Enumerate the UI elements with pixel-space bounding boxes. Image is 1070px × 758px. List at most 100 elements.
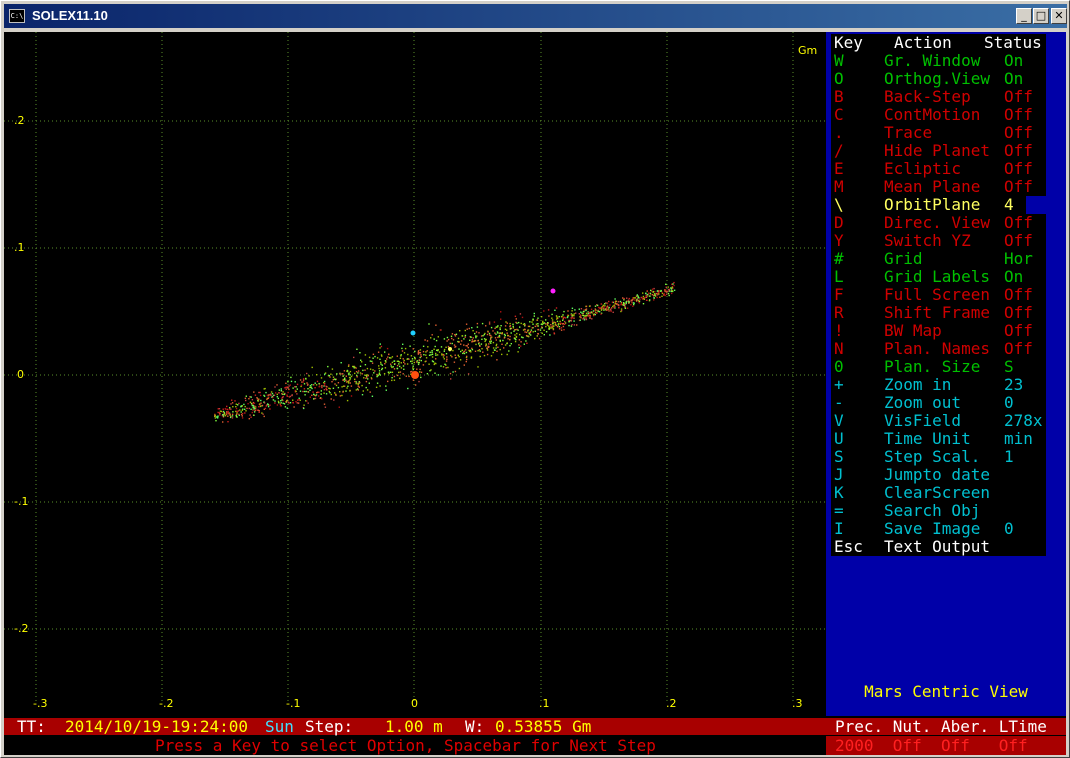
particle bbox=[303, 390, 306, 393]
menu-item[interactable]: E Ecliptic Off bbox=[831, 160, 1046, 178]
particle bbox=[581, 312, 583, 314]
particle bbox=[543, 329, 545, 331]
minimize-button[interactable]: _ bbox=[1016, 8, 1032, 24]
menu-item[interactable]: + Zoom in 23 bbox=[831, 376, 1046, 394]
menu-item[interactable]: J Jumpto date bbox=[831, 466, 1046, 484]
particle bbox=[476, 322, 479, 325]
menu-item[interactable]: Y Switch YZ Off bbox=[831, 232, 1046, 250]
particle bbox=[464, 336, 466, 338]
menu-item[interactable]: N Plan. Names Off bbox=[831, 340, 1046, 358]
particle bbox=[302, 390, 304, 393]
menu-item[interactable]: M Mean Plane Off bbox=[831, 178, 1046, 196]
particle bbox=[492, 347, 495, 349]
menu-item[interactable]: 0 Plan. Size S bbox=[831, 358, 1046, 376]
particle bbox=[646, 293, 649, 296]
particle bbox=[379, 385, 381, 387]
menu-item[interactable]: V VisField 278x bbox=[831, 412, 1046, 430]
menu-item-esc[interactable]: Esc Text Output bbox=[831, 538, 1046, 556]
particle bbox=[420, 359, 422, 362]
menu-item[interactable]: L Grid Labels On bbox=[831, 268, 1046, 286]
menu-item[interactable]: / Hide Planet Off bbox=[831, 142, 1046, 160]
console-area[interactable]: Gm .2 .1 0 -.1 -.2 -.3 -.2 -.1 0 .1 .2 .… bbox=[4, 32, 1066, 755]
particle bbox=[513, 337, 516, 340]
particle bbox=[458, 341, 460, 343]
particle bbox=[346, 399, 349, 402]
menu-item[interactable]: - Zoom out 0 bbox=[831, 394, 1046, 412]
tt-label: TT: bbox=[17, 717, 46, 736]
menu-item[interactable]: # Grid Hor bbox=[831, 250, 1046, 268]
menu-item[interactable]: O Orthog.View On bbox=[831, 70, 1046, 88]
particle bbox=[265, 405, 267, 407]
particle bbox=[431, 353, 434, 355]
particle bbox=[506, 332, 508, 334]
particle bbox=[670, 288, 673, 290]
particle bbox=[357, 385, 359, 387]
particle bbox=[376, 373, 378, 376]
particle bbox=[446, 340, 448, 342]
particle bbox=[503, 347, 505, 349]
menu-item[interactable]: I Save Image 0 bbox=[831, 520, 1046, 538]
particle bbox=[467, 346, 469, 349]
orbit-plot: Gm .2 .1 0 -.1 -.2 -.3 -.2 -.1 0 .1 .2 .… bbox=[4, 32, 826, 716]
particle bbox=[497, 325, 499, 327]
particle bbox=[236, 410, 238, 413]
menu-item[interactable]: U Time Unit min bbox=[831, 430, 1046, 448]
particle bbox=[671, 292, 673, 295]
particle bbox=[292, 401, 294, 404]
particle bbox=[606, 309, 608, 311]
particle bbox=[377, 351, 380, 353]
particle bbox=[603, 309, 605, 311]
particle bbox=[551, 317, 553, 319]
particle bbox=[485, 343, 487, 345]
menu-action: Ecliptic bbox=[884, 159, 962, 178]
particle bbox=[628, 302, 630, 304]
menu-item[interactable]: = Search Obj bbox=[831, 502, 1046, 520]
particle bbox=[341, 386, 343, 388]
particle bbox=[552, 328, 555, 330]
particle bbox=[389, 371, 392, 373]
particle bbox=[325, 387, 327, 390]
close-button[interactable]: ✕ bbox=[1051, 8, 1067, 24]
particle bbox=[500, 325, 502, 327]
menu-item[interactable]: \ OrbitPlane 4 bbox=[831, 196, 1026, 214]
menu-item[interactable]: C ContMotion Off bbox=[831, 106, 1046, 124]
menu-item[interactable]: F Full Screen Off bbox=[831, 286, 1046, 304]
particle bbox=[533, 312, 535, 315]
particle bbox=[590, 311, 593, 313]
particle bbox=[652, 291, 654, 293]
menu-item[interactable]: W Gr. Window On bbox=[831, 52, 1046, 70]
particle bbox=[493, 349, 496, 351]
particle bbox=[428, 354, 431, 356]
particle bbox=[506, 353, 508, 356]
menu-status: Off bbox=[1004, 141, 1033, 160]
particle bbox=[598, 311, 601, 313]
particle bbox=[610, 309, 612, 311]
particle bbox=[355, 371, 358, 373]
menu-key: L bbox=[834, 267, 844, 286]
menu-item[interactable]: . Trace Off bbox=[831, 124, 1046, 142]
menu-item[interactable]: R Shift Frame Off bbox=[831, 304, 1046, 322]
particle bbox=[507, 338, 509, 340]
particle bbox=[300, 384, 303, 386]
particle bbox=[504, 344, 507, 346]
menu-item[interactable]: ! BW Map Off bbox=[831, 322, 1046, 340]
title-bar[interactable]: C:\ SOLEX11.10 _ □ ✕ bbox=[4, 4, 1067, 28]
particle bbox=[406, 363, 409, 365]
particle bbox=[613, 306, 615, 309]
menu-item[interactable]: S Step Scal. 1 bbox=[831, 448, 1046, 466]
particle bbox=[231, 399, 233, 401]
menu-item[interactable]: K ClearScreen bbox=[831, 484, 1046, 502]
menu-item[interactable]: D Direc. View Off bbox=[831, 214, 1046, 232]
particle bbox=[350, 385, 353, 387]
particle bbox=[320, 393, 322, 395]
particle bbox=[324, 382, 326, 385]
menu-item[interactable]: B Back-Step Off bbox=[831, 88, 1046, 106]
step-label: Step: bbox=[305, 717, 354, 736]
window-title: SOLEX11.10 bbox=[32, 8, 108, 23]
menu-action: Zoom out bbox=[884, 393, 962, 412]
particle bbox=[376, 357, 379, 359]
maximize-button[interactable]: □ bbox=[1033, 8, 1049, 24]
particle bbox=[339, 391, 341, 393]
particle bbox=[367, 378, 369, 380]
console-icon[interactable]: C:\ bbox=[9, 9, 25, 23]
